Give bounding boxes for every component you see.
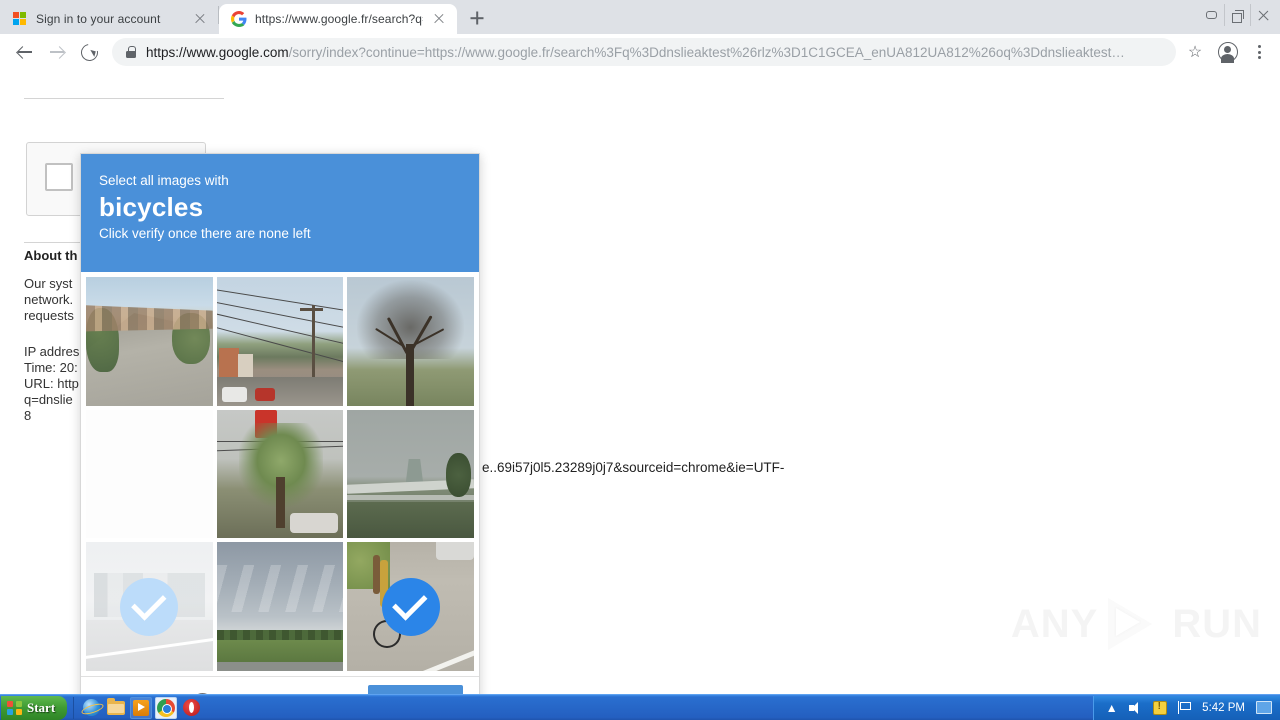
arrow-left-icon — [17, 44, 33, 60]
close-window-button[interactable] — [1250, 4, 1276, 26]
recaptcha-challenge-dialog: Select all images with bicycles Click ve… — [80, 153, 480, 694]
profile-avatar-icon[interactable] — [1218, 42, 1238, 63]
tab-sign-in-to-your-account[interactable]: Sign in to your account — [0, 4, 218, 34]
url-tail-text: e..69i57j0l5.23289j0j7&sourceid=chrome&i… — [482, 460, 785, 475]
tile-image — [216, 542, 344, 671]
divider-top — [24, 98, 224, 99]
anyrun-watermark: ANY RUN — [1011, 596, 1262, 652]
windows-taskbar: Start ▲ 5:42 PM — [0, 694, 1280, 720]
tile-image — [216, 409, 344, 539]
arrow-right-icon — [49, 44, 65, 60]
tile-image — [86, 277, 213, 406]
google-chrome-icon[interactable] — [155, 696, 178, 719]
file-explorer-icon[interactable] — [105, 697, 127, 719]
challenge-tile-7[interactable] — [216, 542, 344, 671]
quick-launch-bar — [73, 696, 208, 719]
lock-icon — [126, 46, 136, 58]
browser-toolbar: https://www.google.com/sorry/index?conti… — [0, 34, 1280, 70]
tab-title: https://www.google.fr/search?q=dn — [255, 12, 423, 26]
close-icon[interactable] — [431, 11, 447, 27]
start-button[interactable]: Start — [1, 695, 68, 720]
tile-image — [347, 409, 474, 539]
about-meta: IP addres Time: 20: URL: http q=dnslie 8 — [24, 344, 80, 423]
watermark-text-right: RUN — [1172, 602, 1262, 646]
network-flag-icon[interactable] — [1176, 700, 1191, 715]
about-heading: About th — [24, 248, 78, 263]
reload-icon — [77, 40, 101, 64]
challenge-instruction: Click verify once there are none left — [99, 226, 311, 241]
tile-selected-check-icon — [120, 577, 179, 636]
watermark-text-left: ANY — [1010, 602, 1099, 646]
google-g-icon — [231, 11, 247, 27]
challenge-tile-6[interactable] — [86, 542, 213, 671]
minimize-button[interactable] — [1198, 4, 1224, 26]
address-path: /sorry/index?continue=https://www.google… — [288, 44, 1125, 60]
tile-image — [216, 277, 344, 406]
bookmark-star-icon[interactable]: ☆ — [1184, 41, 1206, 63]
challenge-tile-8[interactable] — [347, 542, 474, 671]
forward-button[interactable] — [42, 37, 72, 67]
challenge-image-grid — [81, 272, 479, 676]
chevron-up-icon[interactable]: ▲ — [1104, 700, 1119, 715]
challenge-tile-5[interactable] — [347, 409, 474, 539]
tab-google-search[interactable]: https://www.google.fr/search?q=dn — [219, 4, 457, 34]
browser-window: Sign in to your account https://www.goog… — [0, 0, 1280, 720]
restore-icon — [1232, 9, 1244, 23]
start-button-label: Start — [27, 699, 56, 715]
challenge-tile-2[interactable] — [347, 277, 474, 406]
page-content: About th Our syst network. requests IP a… — [0, 70, 1280, 694]
challenge-prompt: Select all images with — [99, 173, 229, 188]
challenge-header: Select all images with bicycles Click ve… — [81, 154, 479, 272]
about-paragraph: Our syst network. requests — [24, 276, 74, 323]
challenge-target: bicycles — [99, 192, 204, 222]
opera-icon[interactable] — [180, 697, 202, 719]
minimize-icon — [1205, 11, 1217, 19]
challenge-tile-0[interactable] — [86, 277, 213, 406]
address-bar[interactable]: https://www.google.com/sorry/index?conti… — [112, 38, 1176, 66]
back-button[interactable] — [10, 37, 40, 67]
close-icon — [1258, 10, 1269, 21]
recaptcha-checkbox[interactable] — [45, 163, 73, 191]
windows-logo-icon — [7, 700, 22, 715]
challenge-tile-4[interactable] — [216, 409, 344, 539]
internet-explorer-icon[interactable] — [80, 697, 102, 719]
challenge-tile-1[interactable] — [216, 277, 344, 406]
tile-image — [86, 409, 213, 539]
tab-strip: Sign in to your account https://www.goog… — [0, 0, 1280, 34]
window-controls — [1198, 2, 1276, 28]
microsoft-logo-icon — [12, 11, 28, 27]
speaker-icon[interactable] — [1128, 700, 1143, 715]
close-icon[interactable] — [192, 11, 208, 27]
address-origin: https://www.google.com — [146, 44, 289, 60]
kebab-menu-icon[interactable] — [1248, 41, 1270, 63]
show-desktop-icon[interactable] — [1256, 701, 1272, 714]
reload-button[interactable] — [74, 37, 104, 67]
tab-title: Sign in to your account — [36, 12, 161, 26]
verify-button[interactable]: VERIFY — [368, 685, 463, 694]
address-bar-url: https://www.google.com/sorry/index?conti… — [146, 45, 1164, 60]
restore-button[interactable] — [1224, 4, 1250, 26]
security-shield-icon[interactable] — [1152, 700, 1167, 715]
anyrun-play-logo-icon — [1104, 596, 1166, 652]
challenge-footer: i VERIFY — [81, 676, 479, 694]
tile-selected-check-icon — [381, 577, 440, 636]
system-tray: ▲ 5:42 PM — [1093, 695, 1280, 720]
tile-image — [347, 277, 474, 406]
media-player-icon[interactable] — [130, 696, 153, 719]
challenge-tile-3[interactable] — [86, 409, 213, 539]
new-tab-button[interactable] — [463, 4, 491, 32]
taskbar-clock[interactable]: 5:42 PM — [1200, 702, 1247, 714]
